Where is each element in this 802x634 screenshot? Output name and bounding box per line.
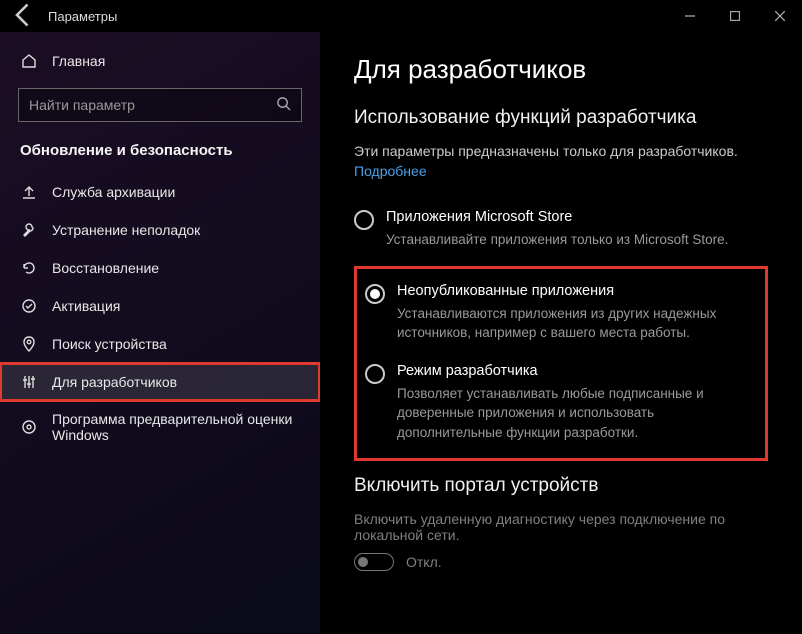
sidebar-item-label: Активация: [52, 298, 120, 314]
toggle-state-label: Откл.: [406, 554, 442, 570]
page-title: Для разработчиков: [354, 54, 768, 85]
sidebar-item-label: Служба архивации: [52, 184, 175, 200]
search-icon: [276, 96, 291, 114]
sidebar-item-activation[interactable]: Активация: [0, 287, 320, 325]
section-title-dev-features: Использование функций разработчика: [354, 107, 768, 129]
upload-icon: [20, 183, 38, 201]
home-link[interactable]: Главная: [0, 42, 320, 80]
sidebar-item-find-device[interactable]: Поиск устройства: [0, 325, 320, 363]
maximize-button[interactable]: [712, 0, 757, 32]
sidebar: Главная Обновление и безопасность Служба…: [0, 32, 320, 634]
radio-sub: Устанавливаются приложения из других над…: [397, 304, 755, 343]
section2-desc: Включить удаленную диагностику через под…: [354, 511, 768, 543]
sliders-icon: [20, 373, 38, 391]
sidebar-item-developers[interactable]: Для разработчиков: [0, 363, 320, 401]
sidebar-item-label: Восстановление: [52, 260, 159, 276]
radio-option-devmode[interactable]: Режим разработчика Позволяет устанавлива…: [365, 357, 755, 457]
radio-icon: [365, 284, 385, 304]
sidebar-item-recovery[interactable]: Восстановление: [0, 249, 320, 287]
sidebar-item-troubleshoot[interactable]: Устранение неполадок: [0, 211, 320, 249]
highlighted-options: Неопубликованные приложения Устанавливаю…: [354, 266, 768, 462]
insider-icon: [20, 418, 38, 436]
back-button[interactable]: [10, 1, 38, 32]
home-label: Главная: [52, 53, 105, 69]
sidebar-item-label: Устранение неполадок: [52, 222, 200, 238]
content-pane: Для разработчиков Использование функций …: [320, 32, 802, 634]
location-icon: [20, 335, 38, 353]
category-title: Обновление и безопасность: [0, 136, 320, 173]
radio-sub: Устанавливайте приложения только из Micr…: [386, 230, 728, 250]
section-desc: Эти параметры предназначены только для р…: [354, 143, 768, 159]
wrench-icon: [20, 221, 38, 239]
sidebar-item-label: Программа предварительной оценки Windows: [52, 411, 300, 443]
minimize-button[interactable]: [667, 0, 712, 32]
sidebar-item-label: Поиск устройства: [52, 336, 167, 352]
activation-icon: [20, 297, 38, 315]
radio-label: Режим разработчика: [397, 363, 755, 379]
radio-option-store[interactable]: Приложения Microsoft Store Устанавливайт…: [354, 203, 768, 264]
radio-option-sideload[interactable]: Неопубликованные приложения Устанавливаю…: [365, 277, 755, 357]
sidebar-item-label: Для разработчиков: [52, 374, 177, 390]
close-button[interactable]: [757, 0, 802, 32]
titlebar: Параметры: [0, 0, 802, 32]
more-link[interactable]: Подробнее: [354, 163, 427, 179]
sidebar-item-backup[interactable]: Служба архивации: [0, 173, 320, 211]
home-icon: [20, 52, 38, 70]
radio-label: Неопубликованные приложения: [397, 283, 755, 299]
radio-label: Приложения Microsoft Store: [386, 209, 728, 225]
radio-icon: [354, 210, 374, 230]
sidebar-item-insider[interactable]: Программа предварительной оценки Windows: [0, 401, 320, 453]
search-field[interactable]: [29, 97, 276, 113]
radio-sub: Позволяет устанавливать любые подписанны…: [397, 384, 755, 443]
search-input[interactable]: [18, 88, 302, 122]
recovery-icon: [20, 259, 38, 277]
window-title: Параметры: [38, 9, 117, 24]
radio-icon: [365, 364, 385, 384]
device-portal-toggle[interactable]: [354, 553, 394, 571]
section-title-device-portal: Включить портал устройств: [354, 475, 768, 497]
